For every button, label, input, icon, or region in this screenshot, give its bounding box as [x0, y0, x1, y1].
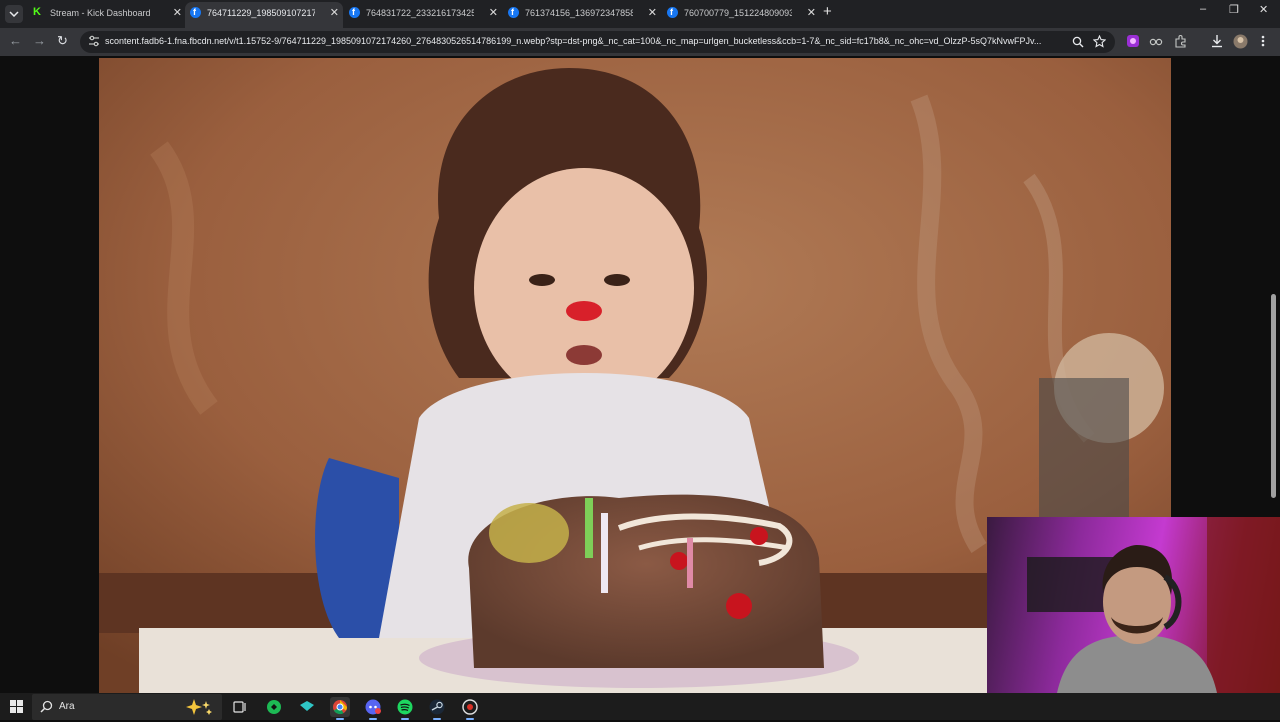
- windows-taskbar: Ara: [0, 693, 1280, 720]
- tab-title: 761374156_1369723478585346: [525, 8, 633, 18]
- app-green-icon[interactable]: [264, 697, 284, 717]
- extension-glasses-icon[interactable]: [1149, 34, 1163, 48]
- spotify-icon[interactable]: [395, 697, 415, 720]
- tab-strip: Stream - Kick Dashboard ✕ 764711229_1985…: [0, 0, 1280, 28]
- tab-image-2[interactable]: 764831722_2332161734256070 ✕: [344, 2, 502, 28]
- tab-kick-dashboard[interactable]: Stream - Kick Dashboard ✕: [28, 2, 186, 28]
- task-view-icon[interactable]: [230, 697, 250, 717]
- bookmark-star-icon[interactable]: [1093, 35, 1106, 48]
- search-icon: [40, 700, 53, 713]
- tab-close-icon[interactable]: ✕: [648, 2, 657, 24]
- tab-image-4[interactable]: 760700779_1512248090935942 ✕: [662, 2, 820, 28]
- windows-start-icon[interactable]: [10, 700, 23, 713]
- discord-icon[interactable]: [363, 697, 383, 720]
- chevron-down-icon: [9, 11, 19, 17]
- window-close-button[interactable]: ✕: [1259, 3, 1268, 16]
- tab-image-3[interactable]: 761374156_1369723478585346 ✕: [503, 2, 661, 28]
- tab-title: 764831722_2332161734256070: [366, 8, 474, 18]
- taskbar-search[interactable]: Ara: [32, 694, 222, 720]
- facebook-icon: [508, 2, 519, 23]
- extension-purple-icon[interactable]: [1126, 34, 1140, 48]
- tab-close-icon[interactable]: ✕: [173, 2, 182, 24]
- profile-avatar-icon[interactable]: [1233, 34, 1248, 49]
- extensions-puzzle-icon[interactable]: [1174, 34, 1188, 48]
- browser-menu-icon[interactable]: [1260, 34, 1266, 48]
- tab-close-icon[interactable]: ✕: [807, 2, 816, 24]
- tab-title: 764711229_1985091072174260: [207, 8, 315, 18]
- app-teal-icon[interactable]: [297, 697, 317, 717]
- kick-icon: [33, 2, 44, 23]
- new-tab-button[interactable]: +: [823, 3, 832, 20]
- facebook-icon: [667, 2, 678, 23]
- facebook-icon: [190, 2, 201, 23]
- search-placeholder: Ara: [59, 701, 75, 712]
- app-red-icon[interactable]: [460, 697, 480, 720]
- tab-close-icon[interactable]: ✕: [330, 2, 339, 24]
- back-button[interactable]: ←: [9, 33, 22, 48]
- download-icon[interactable]: [1210, 34, 1224, 48]
- tab-close-icon[interactable]: ✕: [489, 2, 498, 24]
- facebook-icon: [349, 2, 360, 23]
- url-text: scontent.fadb6-1.fna.fbcdn.net/v/t1.1575…: [105, 36, 1042, 46]
- restore-button[interactable]: ❐: [1229, 3, 1239, 16]
- zoom-icon[interactable]: [1072, 36, 1084, 48]
- address-bar[interactable]: scontent.fadb6-1.fna.fbcdn.net/v/t1.1575…: [80, 31, 1115, 53]
- tab-title: 760700779_1512248090935942: [684, 8, 792, 18]
- reload-button[interactable]: ↻: [57, 33, 68, 49]
- scrollbar-thumb[interactable]: [1271, 294, 1276, 498]
- site-info-icon[interactable]: [88, 35, 100, 47]
- copilot-sparkle-icon[interactable]: [184, 697, 214, 717]
- tab-search-button[interactable]: [5, 5, 23, 23]
- forward-button[interactable]: →: [33, 33, 46, 48]
- minimize-button[interactable]: –: [1200, 3, 1206, 15]
- chrome-icon[interactable]: [330, 697, 350, 720]
- steam-icon[interactable]: [427, 697, 447, 720]
- tab-image-1[interactable]: 764711229_1985091072174260 ✕: [185, 2, 343, 28]
- webcam-overlay: [987, 517, 1280, 693]
- streamer-webcam-feed: [1027, 517, 1280, 693]
- browser-toolbar: ← → ↻ scontent.fadb6-1.fna.fbcdn.net/v/t…: [0, 28, 1280, 56]
- tab-title: Stream - Kick Dashboard: [50, 8, 151, 18]
